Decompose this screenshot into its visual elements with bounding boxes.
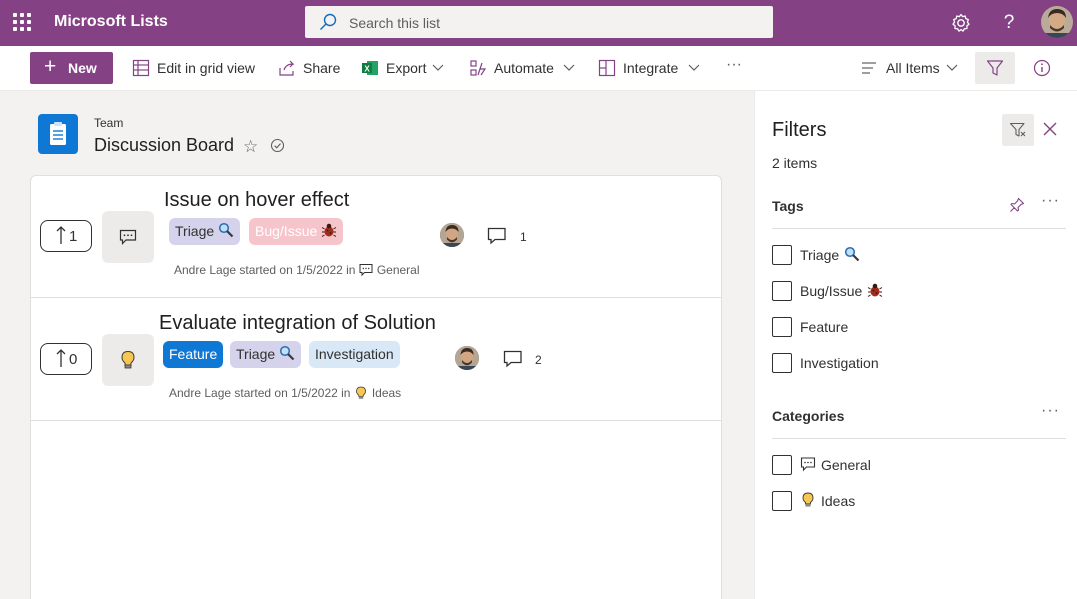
new-button[interactable]: + New <box>30 52 113 84</box>
post-meta: Andre Lage started on 1/5/2022 in Genera… <box>174 263 420 277</box>
author-avatar[interactable] <box>440 223 464 247</box>
list-group-label[interactable]: Team <box>94 116 123 130</box>
comment-count: 2 <box>535 353 542 367</box>
edit-grid-view-button[interactable]: Edit in grid view <box>157 60 255 76</box>
clear-filters-button[interactable] <box>1002 114 1034 146</box>
category-tile <box>102 334 154 386</box>
pin-icon[interactable] <box>1009 197 1025 213</box>
bug-icon <box>868 283 883 298</box>
row-divider <box>30 297 722 298</box>
categories-more-button[interactable]: ··· <box>1041 402 1060 420</box>
bug-icon <box>322 223 337 238</box>
more-commands-button[interactable]: ··· <box>726 56 742 74</box>
comment-icon[interactable] <box>503 350 523 368</box>
integrate-button[interactable]: Integrate <box>623 60 678 76</box>
checkbox[interactable] <box>772 353 792 373</box>
filters-title: Filters <box>772 119 827 141</box>
items-count: 2 items <box>772 155 818 171</box>
suite-bar: Microsoft Lists Search this list ? <box>0 0 1077 46</box>
share-icon <box>279 60 295 76</box>
automate-icon <box>470 60 487 76</box>
categories-section-title: Categories <box>772 408 845 424</box>
post-title[interactable]: Issue on hover effect <box>164 189 349 212</box>
chat-icon <box>119 229 137 245</box>
plus-icon: + <box>44 55 57 78</box>
list-title: Discussion Board <box>94 135 235 155</box>
tag-feature[interactable]: Feature <box>163 341 224 368</box>
clear-filter-icon <box>1009 122 1026 137</box>
search-box[interactable]: Search this list <box>305 6 773 38</box>
post-category[interactable]: Ideas <box>372 386 401 400</box>
magnifier-icon <box>280 346 295 361</box>
chat-icon <box>800 457 816 472</box>
upvote-button[interactable]: 0 <box>40 343 92 375</box>
tag-investigation[interactable]: Investigation <box>309 341 400 368</box>
tag-triage[interactable]: Triage <box>230 341 302 368</box>
settings-gear-icon[interactable] <box>950 12 972 34</box>
comment-count: 1 <box>520 230 527 244</box>
arrow-up-icon <box>56 349 66 367</box>
upvote-button[interactable]: 1 <box>40 220 92 252</box>
arrow-up-icon <box>56 226 66 244</box>
info-icon[interactable] <box>1033 59 1051 77</box>
author-avatar[interactable] <box>455 346 479 370</box>
section-divider <box>772 438 1066 439</box>
share-button[interactable]: Share <box>303 60 340 76</box>
tag-bug-issue[interactable]: Bug/Issue <box>249 218 344 245</box>
help-icon[interactable]: ? <box>998 12 1020 34</box>
checkbox[interactable] <box>772 317 792 337</box>
grid-view-icon <box>132 59 150 77</box>
category-tile <box>102 211 154 263</box>
chat-icon <box>359 263 373 277</box>
chevron-down-icon[interactable] <box>432 62 444 72</box>
vote-count: 0 <box>69 351 78 368</box>
svg-text:X: X <box>364 65 370 74</box>
chevron-down-icon[interactable] <box>946 62 958 72</box>
export-button[interactable]: Export <box>386 60 426 76</box>
comment-icon[interactable] <box>487 227 507 245</box>
filters-panel: Filters 2 items Tags ··· Triage Bug/Issu… <box>754 91 1077 599</box>
search-icon <box>320 13 337 30</box>
app-name[interactable]: Microsoft Lists <box>54 13 168 31</box>
user-avatar[interactable] <box>1041 6 1073 38</box>
filter-button[interactable] <box>975 52 1015 84</box>
app-launcher-icon[interactable] <box>13 13 31 31</box>
view-selector[interactable]: All Items <box>886 60 940 76</box>
check-circle-icon[interactable] <box>270 138 285 153</box>
checkbox[interactable] <box>772 491 792 511</box>
filter-icon <box>986 60 1004 76</box>
close-icon[interactable] <box>1041 120 1059 138</box>
checkbox[interactable] <box>772 281 792 301</box>
tag-triage[interactable]: Triage <box>169 218 241 245</box>
tags-section-title: Tags <box>772 198 804 214</box>
chevron-down-icon[interactable] <box>563 62 575 72</box>
list-icon <box>38 114 78 154</box>
automate-button[interactable]: Automate <box>494 60 554 76</box>
post-meta: Andre Lage started on 1/5/2022 in Ideas <box>169 386 402 400</box>
favorite-star-icon[interactable]: ☆ <box>243 137 258 157</box>
vote-count: 1 <box>69 228 78 245</box>
checkbox[interactable] <box>772 245 792 265</box>
integrate-icon <box>598 59 616 77</box>
row-divider <box>30 420 722 421</box>
magnifier-icon <box>845 247 860 262</box>
section-divider <box>772 228 1066 229</box>
lightbulb-icon <box>355 386 366 399</box>
tags-more-button[interactable]: ··· <box>1041 192 1060 210</box>
excel-icon: X <box>362 61 378 75</box>
chevron-down-icon[interactable] <box>688 62 700 72</box>
magnifier-icon <box>219 223 234 238</box>
search-placeholder: Search this list <box>349 15 441 31</box>
lightbulb-icon <box>121 350 135 369</box>
post-title[interactable]: Evaluate integration of Solution <box>159 312 436 335</box>
checkbox[interactable] <box>772 455 792 475</box>
lightbulb-icon <box>802 492 814 507</box>
view-options-icon <box>862 62 876 74</box>
post-category[interactable]: General <box>377 263 420 277</box>
command-bar: + New Edit in grid view Share X Export A… <box>0 46 1077 91</box>
